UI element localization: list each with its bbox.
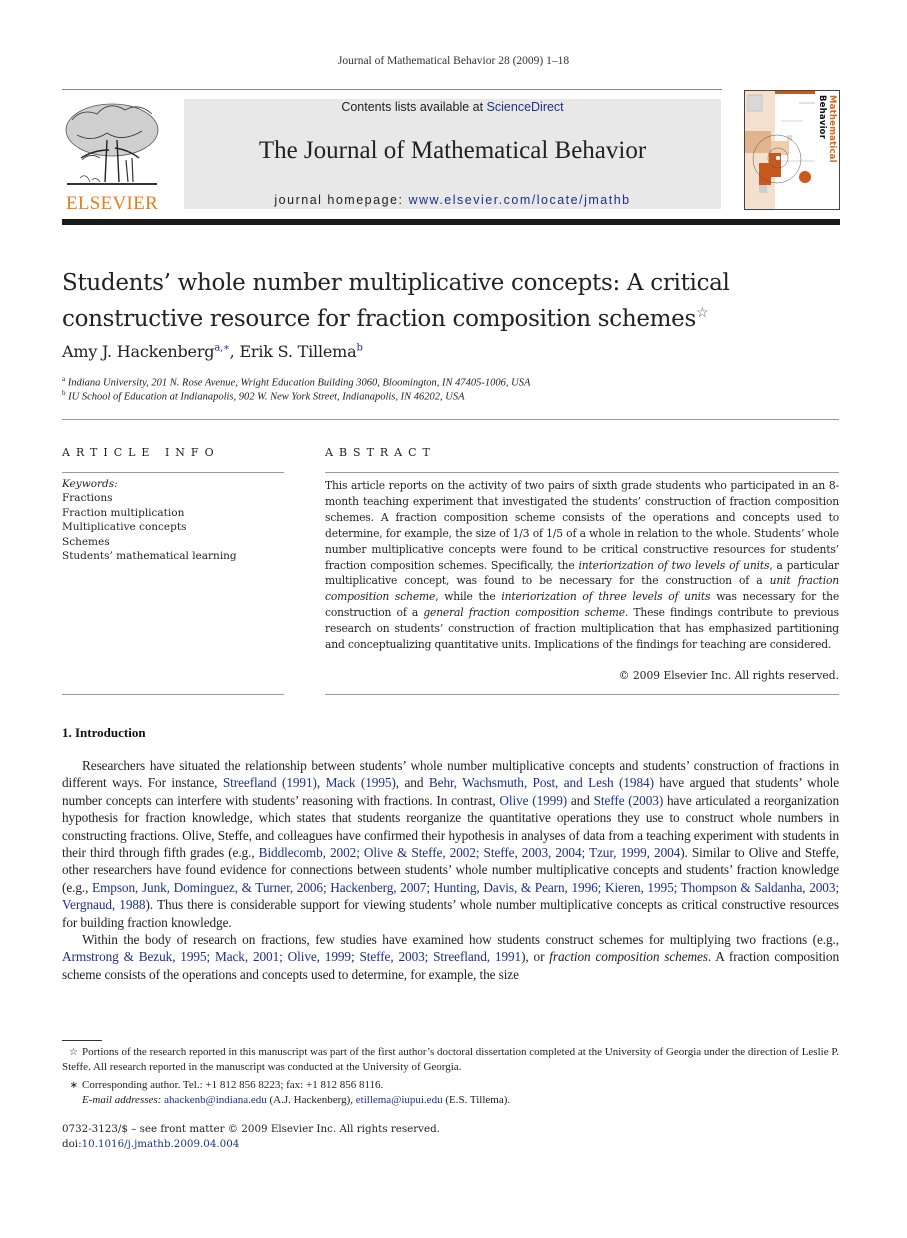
homepage-line: journal homepage: www.elsevier.com/locat… (184, 193, 721, 207)
paragraph: Within the body of research on fractions… (62, 931, 839, 983)
masthead-rule (62, 219, 840, 225)
contents-line: Contents lists available at ScienceDirec… (184, 100, 721, 114)
tree-icon (65, 103, 159, 185)
citation-link[interactable]: Behr, Wachsmuth, Post, and Lesh (1984) (429, 775, 654, 790)
author-affiliation-mark[interactable]: a,∗ (214, 343, 230, 354)
affiliation: a Indiana University, 201 N. Rose Avenue… (62, 375, 531, 389)
running-head: Journal of Mathematical Behavior 28 (200… (337, 55, 570, 67)
journal-cover-thumbnail: Mathematical Behavior (744, 90, 840, 210)
homepage-prefix: journal homepage: (274, 193, 409, 207)
email-link[interactable]: ahackenb@indiana.edu (164, 1094, 267, 1106)
author-name: Erik S. Tillema (239, 342, 357, 361)
article-info-heading: ARTICLE INFO (62, 446, 220, 459)
keyword: Students’ mathematical learning (62, 550, 237, 563)
citation-link[interactable]: Mack (1995) (326, 775, 396, 790)
divider (325, 694, 839, 695)
footnote-rule (62, 1040, 102, 1041)
doi-line: doi:10.1016/j.jmathb.2009.04.004 (62, 1138, 240, 1150)
abstract-body: This article reports on the activity of … (325, 479, 840, 652)
keyword: Multiplicative concepts (62, 521, 187, 534)
elsevier-wordmark: ELSEVIER (65, 193, 159, 214)
abstract-heading: ABSTRACT (325, 446, 436, 459)
star-icon: ☆ (69, 1047, 78, 1058)
paragraph: Researchers have situated the relationsh… (62, 757, 839, 931)
divider (62, 472, 284, 473)
keywords-label: Keywords: (62, 478, 118, 490)
contents-prefix: Contents lists available at (341, 100, 487, 114)
citation-link[interactable]: Olive (1999) (499, 793, 567, 808)
article-title: Students’ whole number multiplicative co… (62, 270, 730, 332)
cover-title: Mathematical Behavior (817, 95, 837, 163)
text-run: ). Thus there is considerable support fo… (62, 897, 839, 930)
citation-link[interactable]: Biddlecomb, 2002; Olive & Steffe, 2002; … (259, 845, 681, 860)
keyword: Fractions (62, 492, 113, 505)
bottom-meta: 0732-3123/$ – see front matter © 2009 El… (62, 1122, 440, 1152)
citation-link[interactable]: Streefland (1991) (223, 775, 317, 790)
keyword: Fraction multiplication (62, 506, 185, 519)
keyword: Schemes (62, 535, 110, 548)
author-affiliation-mark[interactable]: b (356, 343, 362, 354)
sciencedirect-link[interactable]: ScienceDirect (487, 100, 564, 114)
text-run: and (567, 792, 594, 808)
section-heading-introduction: 1. Introduction (62, 725, 146, 740)
text-run: Within the body of research on fractions… (82, 932, 839, 948)
doi-link[interactable]: 10.1016/j.jmathb.2009.04.004 (82, 1138, 240, 1150)
homepage-link[interactable]: www.elsevier.com/locate/jmathb (408, 193, 630, 207)
footnote-star: ☆ Portions of the research reported in th… (62, 1046, 839, 1073)
citation-link[interactable]: Armstrong & Bezuk, 1995; Mack, 2001; Oli… (62, 949, 521, 964)
footnote-corresponding: ∗ Corresponding author. Tel.: +1 812 856 … (62, 1078, 839, 1108)
asterisk-icon: ∗ (69, 1080, 78, 1091)
text-run: , (316, 775, 326, 791)
author-name: Amy J. Hackenberg (62, 342, 215, 361)
issn-line: 0732-3123/$ – see front matter © 2009 El… (62, 1123, 440, 1135)
divider (325, 472, 839, 473)
emphasis-text: fraction composition schemes (549, 949, 708, 965)
keywords-block: Keywords: Fractions Fraction multiplicat… (62, 477, 284, 563)
affiliation: b IU School of Education at Indianapolis… (62, 389, 465, 403)
text-run: , and (395, 775, 429, 791)
journal-title: The Journal of Mathematical Behavior (258, 137, 647, 164)
introduction-body: Researchers have situated the relationsh… (62, 757, 839, 983)
email-link[interactable]: etillema@iupui.edu (356, 1094, 443, 1106)
divider (62, 694, 284, 695)
abstract-copyright: © 2009 Elsevier Inc. All rights reserved… (618, 669, 839, 682)
title-note-star-icon[interactable]: ☆ (696, 305, 709, 321)
author-list: Amy J. Hackenberga,∗, Erik S. Tillemab (62, 342, 363, 361)
footnotes: ☆ Portions of the research reported in th… (62, 1045, 839, 1111)
citation-link[interactable]: Steffe (2003) (594, 793, 664, 808)
text-run: ), or (521, 949, 550, 965)
divider (62, 419, 839, 420)
header-top-rule (62, 89, 722, 90)
